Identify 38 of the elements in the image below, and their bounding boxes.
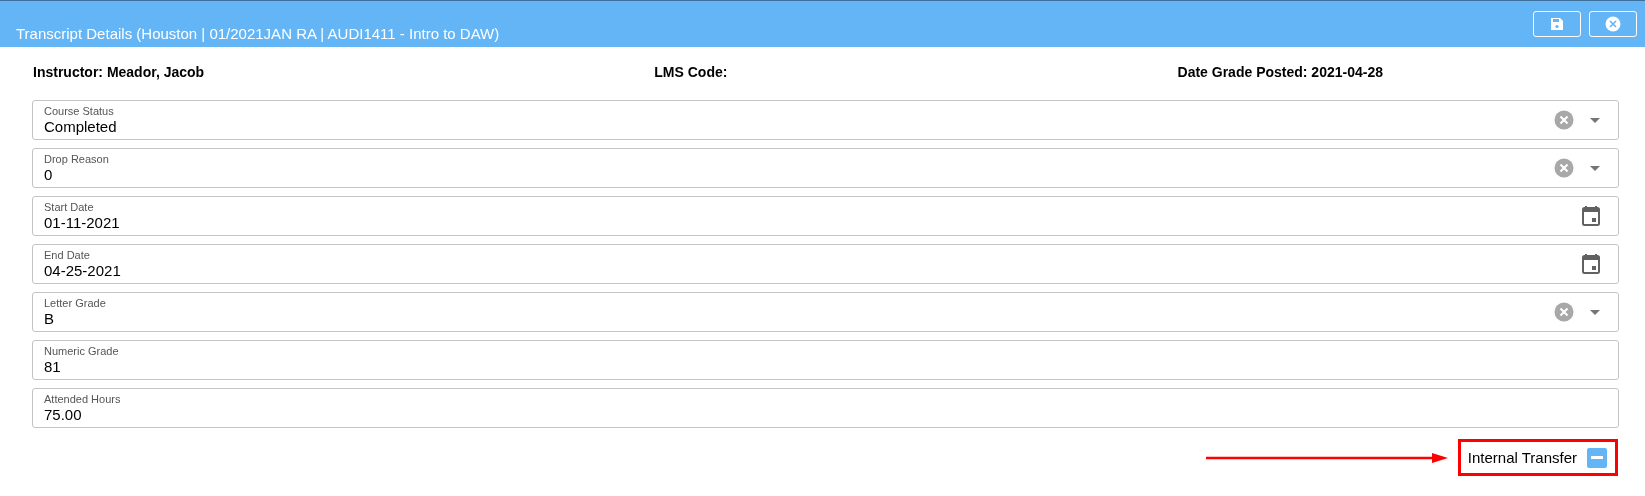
field-label: Start Date xyxy=(44,200,95,214)
checkbox-label: Internal Transfer xyxy=(1467,449,1577,466)
date-field[interactable]: End Date 04-25-2021 xyxy=(32,244,1619,284)
field-value: Completed xyxy=(44,117,117,136)
field-label: Course Status xyxy=(44,104,115,118)
dropdown-field[interactable]: Letter Grade B xyxy=(32,292,1619,332)
field-value: 81 xyxy=(44,357,62,376)
field-value: 75.00 xyxy=(44,405,83,424)
close-icon xyxy=(1605,16,1621,32)
field-label: End Date xyxy=(44,248,91,262)
field-value: B xyxy=(44,309,55,328)
clear-icon xyxy=(1554,158,1574,178)
field-label: Attended Hours xyxy=(44,392,121,406)
clear-icon xyxy=(1554,302,1574,322)
dropdown-field[interactable]: Course Status Completed xyxy=(32,100,1619,140)
dropdown-field[interactable]: Drop Reason 0 xyxy=(32,148,1619,188)
info-text: Instructor: Meador, Jacob xyxy=(33,64,205,82)
info-text: LMS Code: xyxy=(654,64,728,82)
input-field[interactable]: Numeric Grade 81 xyxy=(32,340,1619,380)
field-label: Numeric Grade xyxy=(44,344,119,358)
field-label: Letter Grade xyxy=(44,296,106,310)
save-button[interactable] xyxy=(1533,11,1581,37)
clear-icon xyxy=(1554,110,1574,130)
close-button[interactable] xyxy=(1589,11,1637,37)
calendar-icon xyxy=(1582,254,1600,274)
field-label: Drop Reason xyxy=(44,152,109,166)
date-field[interactable]: Start Date 01-11-2021 xyxy=(32,196,1619,236)
calendar-icon xyxy=(1582,206,1600,226)
caret-icon xyxy=(1590,309,1600,315)
field-value: 01-11-2021 xyxy=(44,213,120,232)
checkbox[interactable] xyxy=(1587,447,1607,468)
field-value: 04-25-2021 xyxy=(44,261,121,280)
input-field[interactable]: Attended Hours 75.00 xyxy=(32,388,1619,428)
field-value: 0 xyxy=(44,165,54,184)
caret-icon xyxy=(1590,165,1600,171)
window-title: Transcript Details (Houston | 01/2021JAN RA | AUDI1411 - Intro to DAW) xyxy=(16,24,500,42)
info-text: Date Grade Posted: 2021-04-28 xyxy=(1177,64,1383,82)
caret-icon xyxy=(1590,117,1600,123)
